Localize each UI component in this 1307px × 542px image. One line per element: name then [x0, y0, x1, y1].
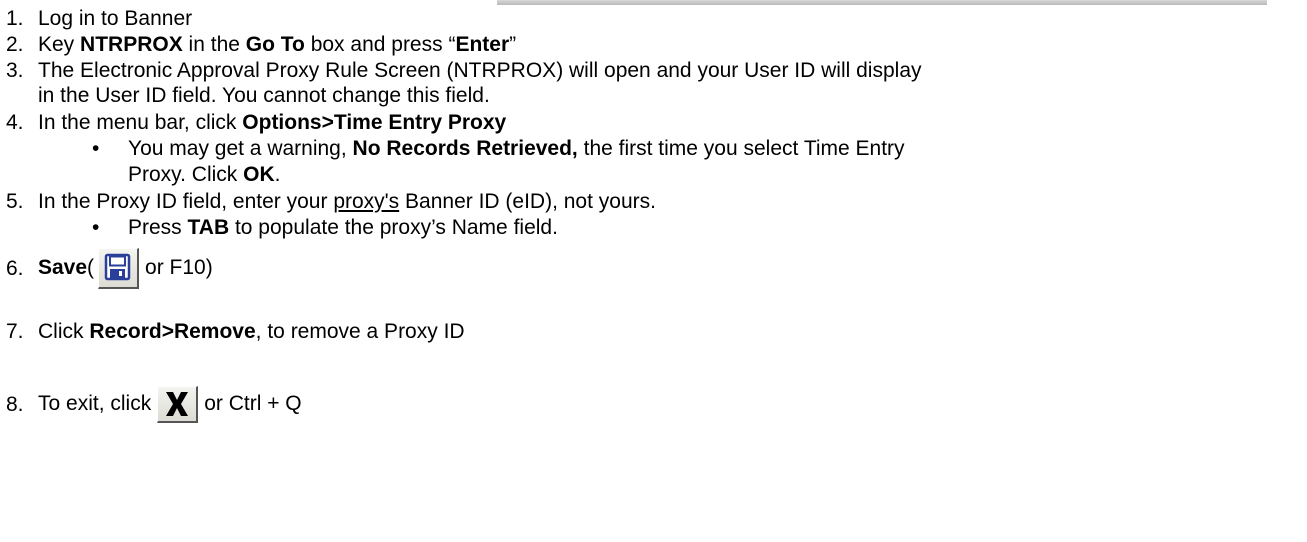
text-run: Key: [38, 33, 81, 56]
text-run: or F10): [145, 256, 213, 280]
warning-bold: No Records Retrieved,: [352, 137, 578, 160]
form-name-bold: NTRPROX: [80, 33, 183, 56]
proxys-underlined: proxy's: [333, 190, 400, 213]
step-number: 4.: [6, 111, 24, 134]
step-text: Click Record>Remove, to remove a Proxy I…: [38, 319, 465, 345]
step-text: Log in to Banner: [38, 7, 193, 30]
text-run: You may get a warning,: [128, 137, 353, 160]
text-run: In the Proxy ID field, enter your: [38, 190, 334, 213]
bullet-text: Press TAB to populate the proxy’s Name f…: [128, 215, 558, 241]
text-run: Press: [128, 216, 188, 239]
record-remove-bold: Record>Remove: [89, 320, 256, 343]
step-text: in the User ID field. You cannot change …: [38, 84, 490, 107]
step-number: 5.: [6, 190, 24, 213]
bullet-text: You may get a warning, No Records Retrie…: [128, 136, 905, 162]
step-text: In the Proxy ID field, enter your proxy'…: [38, 189, 656, 215]
step-text: To exit, click or Ctrl + Q: [38, 384, 302, 424]
text-run: or Ctrl + Q: [204, 392, 302, 416]
goto-box-bold: Go To: [245, 33, 305, 56]
bullet-text: Proxy. Click OK.: [128, 162, 280, 188]
x-exit-icon: [157, 385, 199, 423]
text-run: To exit, click: [38, 392, 152, 416]
step-number: 7.: [6, 320, 24, 343]
text-run: In the menu bar, click: [38, 111, 243, 134]
text-run: the first time you select Time Entry: [577, 137, 905, 160]
menu-path-bold: Options>Time Entry Proxy: [242, 111, 507, 134]
step-number: 2.: [6, 33, 24, 56]
step-text: The Electronic Approval Proxy Rule Scree…: [38, 59, 922, 82]
text-run: to populate the proxy’s Name field.: [229, 216, 558, 239]
tab-key-bold: TAB: [187, 216, 230, 239]
step-number: 8.: [6, 393, 24, 416]
step-number: 3.: [6, 59, 24, 82]
text-run: Proxy. Click: [128, 163, 244, 186]
text-run: , to remove a Proxy ID: [255, 320, 465, 343]
text-run: in the: [182, 33, 246, 56]
step-number: 6.: [6, 257, 24, 280]
screenshot-edge-strip: [497, 0, 1267, 5]
bullet-glyph: •: [92, 137, 100, 160]
text-run: box and press “: [304, 33, 456, 56]
ok-bold: OK: [243, 163, 275, 186]
step-text: Key NTRPROX in the Go To box and press “…: [38, 32, 516, 58]
step-number: 1.: [6, 7, 24, 30]
text-run: (: [87, 256, 95, 280]
enter-key-bold: Enter: [455, 33, 510, 56]
step-text: Save ( or F10): [38, 246, 213, 290]
step-text: In the menu bar, click Options>Time Entr…: [38, 110, 506, 136]
floppy-disk-save-icon: [98, 247, 140, 289]
text-run: Click: [38, 320, 90, 343]
text-run: ”: [509, 33, 517, 56]
text-run: .: [274, 163, 281, 186]
bullet-glyph: •: [92, 216, 100, 239]
save-bold: Save: [38, 256, 88, 280]
text-run: Banner ID (eID), not yours.: [399, 190, 656, 213]
